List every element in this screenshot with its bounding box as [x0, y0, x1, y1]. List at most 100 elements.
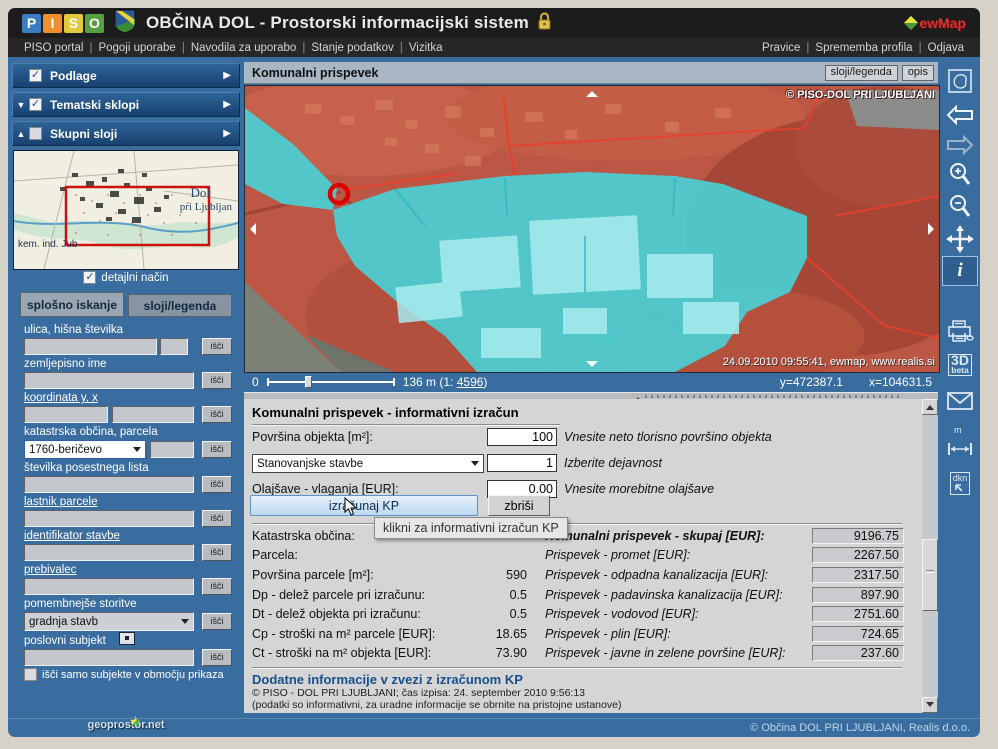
field-label-link[interactable]: lastnik parcele [24, 496, 232, 508]
prebivalec-input[interactable] [24, 578, 194, 595]
isci-parcela-button[interactable]: išči [202, 441, 232, 458]
panel-scrollbar[interactable] [922, 399, 938, 713]
identifikator-stavbe-input[interactable] [24, 544, 194, 561]
isci-koordinata-button[interactable]: išči [202, 406, 232, 423]
expand-icon[interactable]: ▶ [223, 128, 231, 139]
field-label-link[interactable]: koordinata y, x [24, 392, 232, 404]
parcela-input[interactable] [150, 441, 194, 458]
menu-vizitka[interactable]: Vizitka [405, 42, 447, 54]
field-zemljepisno-ime: zemljepisno ime išči [24, 358, 232, 389]
menu-pogoji-uporabe[interactable]: Pogoji uporabe [94, 42, 179, 54]
dropdown-arrow-icon [471, 461, 479, 470]
calc-row-label: Površina objekta [m²]: [252, 430, 373, 444]
field-katastrska-obcina: katastrska občina, parcela 1760-beričevo… [24, 426, 232, 459]
opis-button[interactable]: opis [902, 65, 934, 81]
scale-link[interactable]: 4596 [457, 375, 484, 389]
isci-prebivalec-button[interactable]: išči [202, 578, 232, 595]
subject-info-icon[interactable] [119, 632, 135, 645]
tool-view-3d[interactable]: 3Dbeta [942, 348, 978, 382]
poslovni-subjekt-input[interactable] [24, 649, 194, 666]
tool-measure[interactable]: m [942, 434, 978, 464]
menu-separator: | [917, 42, 924, 54]
panel-footer-line2: (podatki so informativni, za uradne info… [252, 699, 621, 711]
panel-splitter[interactable] [244, 392, 938, 399]
koordinata-y-input[interactable] [24, 406, 108, 423]
zoom-slider-thumb[interactable] [305, 376, 312, 388]
isci-storitve-button[interactable]: išči [202, 613, 232, 630]
tool-dkn[interactable]: dkn [942, 468, 978, 498]
tool-pan[interactable] [942, 224, 978, 254]
pan-east-icon[interactable] [928, 223, 940, 235]
collapse-icon[interactable]: ▲ [13, 129, 29, 139]
isci-identifikator-button[interactable]: išči [202, 544, 232, 561]
tool-initial-view[interactable] [942, 66, 978, 96]
izracunaj-kp-button[interactable]: izračunaj KP [250, 495, 478, 516]
dejavnost-select[interactable]: Stanovanjske stavbe [252, 454, 484, 473]
podlage-checkbox[interactable]: ✓ [29, 69, 42, 82]
tematski-checkbox[interactable]: ✓ [29, 98, 42, 111]
subject-area-label: išči samo subjekte v območju prikaza [42, 669, 224, 681]
ulica-input[interactable] [24, 338, 157, 355]
expand-icon[interactable]: ▶ [223, 70, 231, 81]
menu-odjava[interactable]: Odjava [924, 42, 968, 54]
povrsina-objekta-input[interactable] [487, 428, 557, 446]
scrollbar-thumb[interactable] [922, 539, 938, 611]
page: P I S O OBČINA DOL - Prostorski informac… [0, 0, 998, 749]
municipality-crest-icon [114, 9, 136, 38]
scroll-up-button[interactable] [922, 399, 938, 415]
zbrisi-button[interactable]: zbriši [488, 495, 550, 516]
pan-west-icon[interactable] [244, 223, 256, 235]
subject-area-checkbox[interactable] [24, 668, 37, 681]
posestni-list-input[interactable] [24, 476, 194, 493]
zoom-slider[interactable] [267, 376, 395, 388]
tool-zoom-out[interactable] [942, 192, 978, 222]
detail-mode-checkbox[interactable]: ✓ [83, 271, 96, 284]
koordinata-x-input[interactable] [112, 406, 194, 423]
isci-subjekt-button[interactable]: išči [202, 649, 232, 666]
tab-sloji-legenda[interactable]: sloji/legenda [128, 294, 232, 317]
isci-posestni-button[interactable]: išči [202, 476, 232, 493]
tool-next-view[interactable] [942, 130, 978, 160]
isci-lastnik-button[interactable]: išči [202, 510, 232, 527]
result-value-box: 9196.75 [812, 528, 904, 544]
storitve-select[interactable]: gradnja stavb [24, 612, 194, 631]
katastrska-obcina-select[interactable]: 1760-beričevo [24, 440, 146, 459]
hisna-stevilka-input[interactable] [160, 338, 188, 355]
tool-zoom-in[interactable] [942, 160, 978, 190]
menu-sprememba-profila[interactable]: Sprememba profila [811, 42, 916, 54]
splitter-grip[interactable] [645, 395, 900, 398]
menu-stanje-podatkov[interactable]: Stanje podatkov [307, 42, 397, 54]
skupni-checkbox[interactable] [29, 127, 42, 140]
field-label-link[interactable]: identifikator stavbe [24, 530, 232, 542]
collapse-icon[interactable]: ▼ [13, 100, 29, 110]
zemljepisno-ime-input[interactable] [24, 372, 194, 389]
map-view[interactable]: © PISO-DOL PRI LJUBLJANI 24.09.2010 09:5… [244, 85, 940, 373]
tool-send-mail[interactable] [942, 386, 978, 416]
piso-logo-letter: P [22, 14, 41, 33]
overview-minimap[interactable]: Dol pri Ljubljan kem. ind. Jub [13, 150, 239, 270]
lastnik-parcele-input[interactable] [24, 510, 194, 527]
tool-info[interactable]: i [942, 256, 978, 286]
field-lastnik-parcele: lastnik parcele išči [24, 496, 232, 527]
tab-splosno-iskanje[interactable]: splošno iskanje [20, 292, 124, 317]
scale-row: 0 136 m (1: 4596) y=472387.1 x=104631.5 [244, 372, 938, 392]
menu-pravice[interactable]: Pravice [758, 42, 804, 54]
scroll-down-icon [926, 702, 934, 711]
tool-previous-view[interactable] [942, 100, 978, 130]
scroll-down-button[interactable] [922, 697, 938, 713]
tool-print[interactable] [942, 316, 978, 346]
dejavnost-faktor-input[interactable] [487, 454, 557, 472]
accordion-podlage[interactable]: ✓ Podlage ▶ [12, 63, 240, 88]
menu-navodila[interactable]: Navodila za uporabo [187, 42, 301, 54]
isci-ulica-button[interactable]: išči [202, 338, 232, 355]
pan-north-icon[interactable] [586, 85, 598, 97]
accordion-skupni-sloji[interactable]: ▲ Skupni sloji ▶ [12, 121, 240, 146]
isci-zemljepisno-button[interactable]: išči [202, 372, 232, 389]
field-label-link[interactable]: prebivalec [24, 564, 232, 576]
more-info-link[interactable]: Dodatne informacije v zvezi z izračunom … [252, 672, 523, 687]
menu-piso-portal[interactable]: PISO portal [20, 42, 87, 54]
sloji-legenda-button[interactable]: sloji/legenda [825, 65, 898, 81]
accordion-tematski-sklopi[interactable]: ▼ ✓ Tematski sklopi ▶ [12, 92, 240, 117]
expand-icon[interactable]: ▶ [223, 99, 231, 110]
coordinate-x: x=104631.5 [869, 375, 932, 389]
